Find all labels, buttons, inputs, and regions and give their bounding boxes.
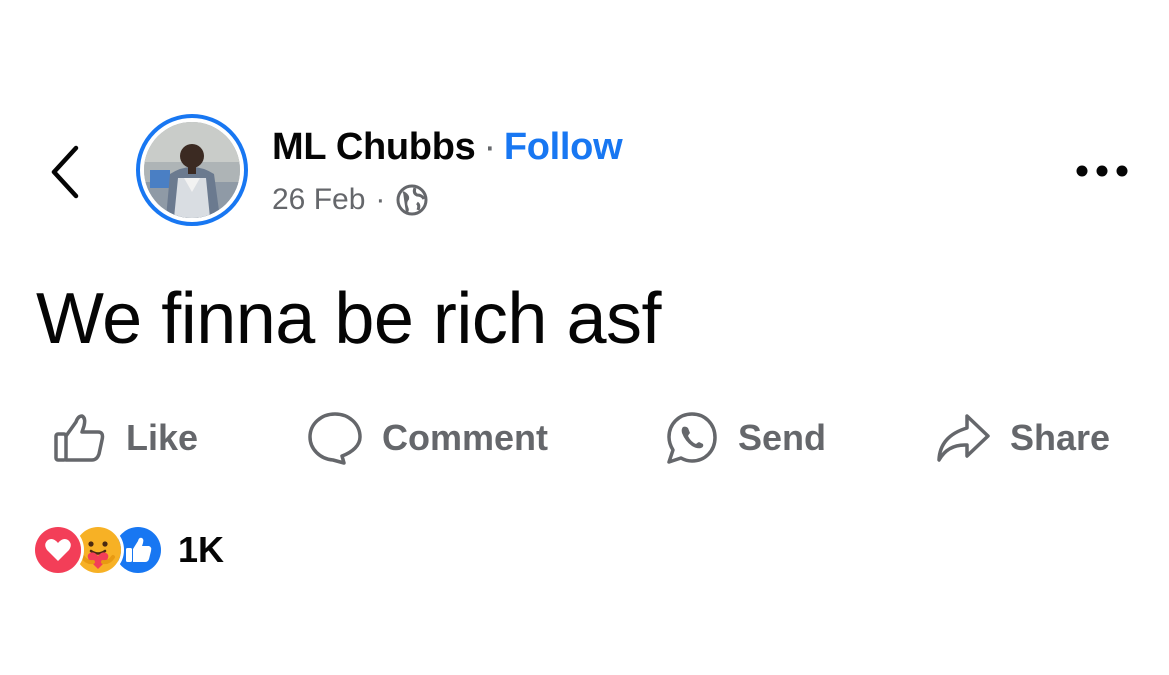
like-label: Like xyxy=(126,417,199,458)
share-label: Share xyxy=(1010,417,1111,458)
action-bar: Like Comment Send Share xyxy=(0,406,1169,470)
like-button[interactable]: Like xyxy=(52,406,198,470)
comment-label: Comment xyxy=(382,417,549,458)
reaction-count: 1K xyxy=(178,529,225,570)
like-icon xyxy=(54,414,105,462)
share-icon xyxy=(937,414,990,462)
send-button[interactable]: Send xyxy=(664,406,826,470)
reactions-summary[interactable]: 1K xyxy=(32,524,225,576)
chevron-left-icon xyxy=(51,145,79,199)
follow-button[interactable]: Follow xyxy=(504,126,623,168)
avatar[interactable] xyxy=(136,114,248,226)
love-reaction-icon xyxy=(32,524,84,576)
more-options-button[interactable] xyxy=(1072,154,1132,188)
send-label: Send xyxy=(738,417,827,458)
comment-button[interactable]: Comment xyxy=(306,406,548,470)
post-text: We finna be rich asf xyxy=(36,279,662,359)
share-button[interactable]: Share xyxy=(934,406,1110,470)
post-date[interactable]: 26 Feb xyxy=(272,183,365,217)
avatar-photo xyxy=(144,122,240,218)
author-name[interactable]: ML Chubbs xyxy=(272,126,476,168)
globe-icon[interactable] xyxy=(395,183,429,217)
separator-dot: · xyxy=(483,126,496,168)
post-meta: 26 Feb · xyxy=(272,180,429,220)
author-line: ML Chubbs · Follow xyxy=(272,124,623,170)
more-options-icon xyxy=(1076,165,1128,177)
comment-icon xyxy=(308,412,362,465)
whatsapp-icon xyxy=(667,412,717,464)
back-button[interactable] xyxy=(44,140,88,204)
meta-separator-dot: · xyxy=(375,183,386,216)
